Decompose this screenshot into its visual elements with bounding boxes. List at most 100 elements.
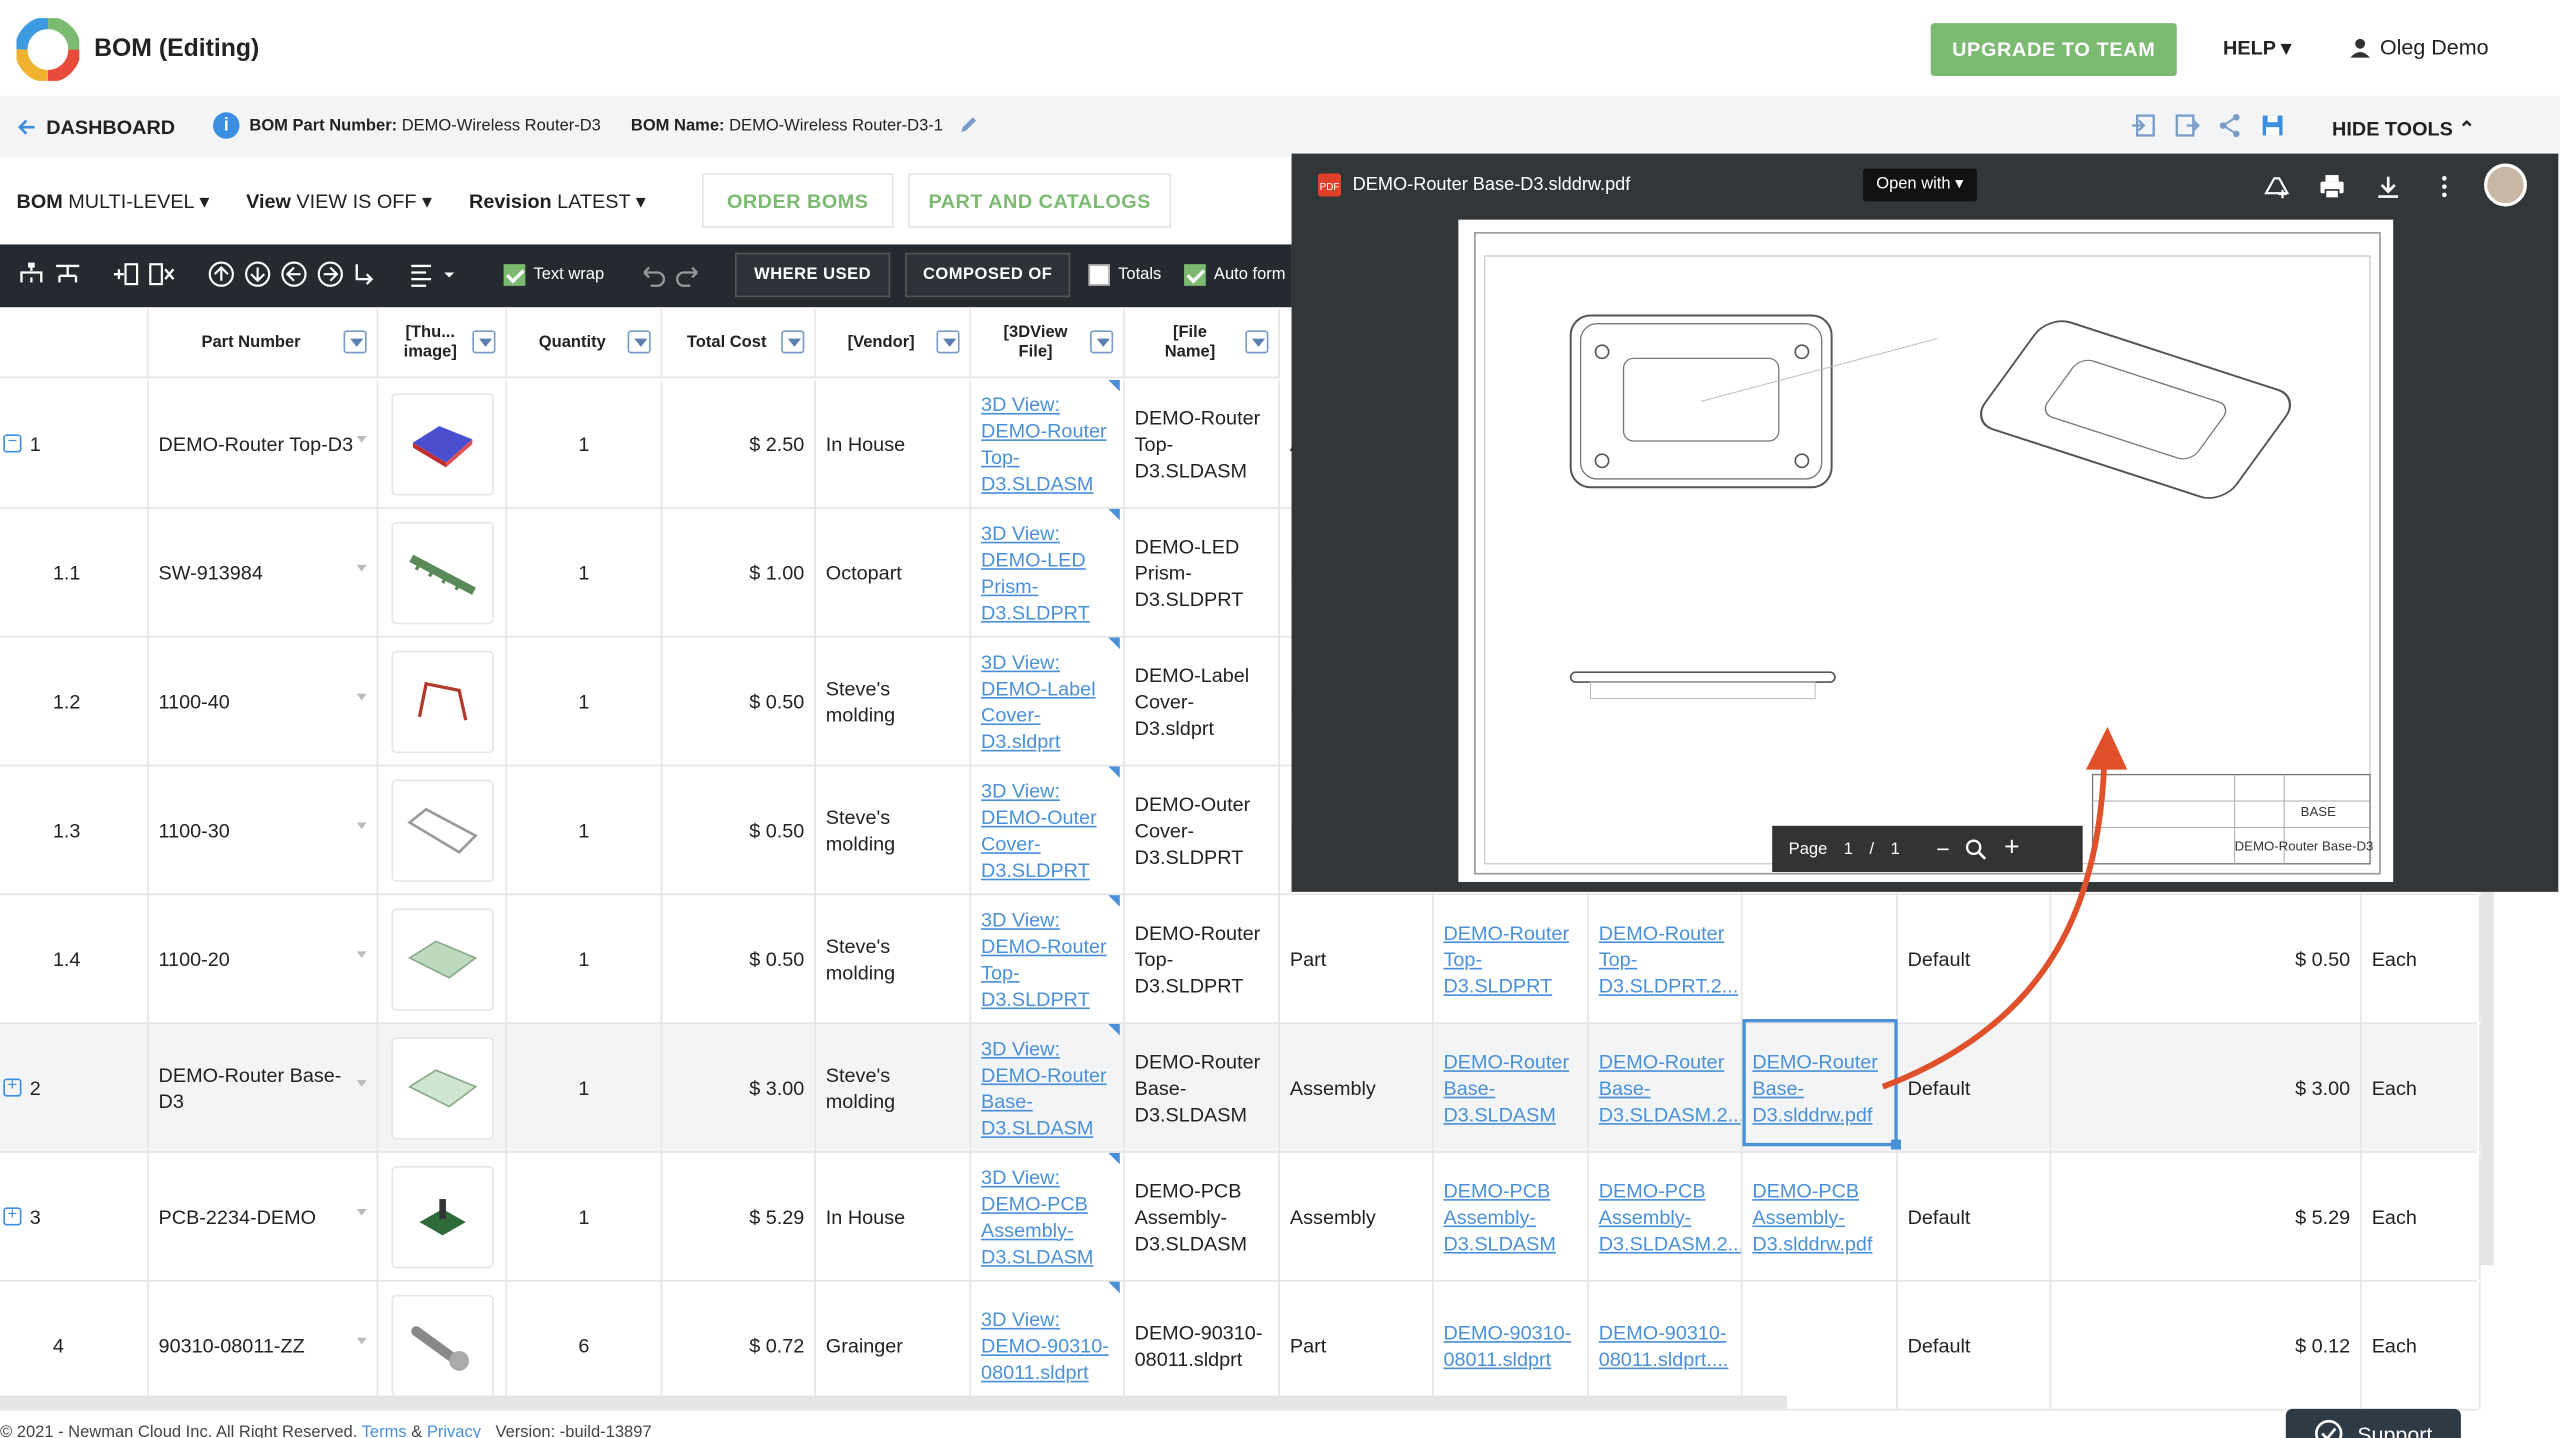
info-icon[interactable]: i: [213, 112, 240, 139]
col-header-part-number[interactable]: Part Number: [148, 308, 379, 379]
cell-file[interactable]: DEMO-LED Prism-D3.SLDPRT: [1125, 508, 1280, 636]
collapse-icon[interactable]: −: [3, 434, 22, 453]
table-row[interactable]: 4 90310-08011-ZZ 6 $ 0.72 Grainger 3D View: D…: [0, 1281, 2481, 1411]
cell-pn[interactable]: SW-913984: [149, 508, 379, 636]
part-thumbnail-image[interactable]: [390, 392, 494, 495]
cell-type[interactable]: Part: [1280, 895, 1434, 1023]
dashboard-link[interactable]: DASHBOARD: [17, 116, 175, 139]
cell-cost[interactable]: $ 5.29: [662, 1152, 816, 1280]
remove-column-icon[interactable]: [147, 259, 177, 289]
part-dropdown-icon[interactable]: [356, 951, 367, 958]
cell-qty[interactable]: 1: [507, 637, 663, 765]
cell-config[interactable]: Default: [1898, 1281, 2052, 1409]
col-header-quantity[interactable]: Quantity: [507, 308, 663, 379]
add-to-drive-icon[interactable]: [2263, 173, 2290, 199]
part-dropdown-icon[interactable]: [356, 436, 367, 443]
privacy-link[interactable]: Privacy: [427, 1424, 481, 1438]
part-dropdown-icon[interactable]: [356, 1337, 367, 1345]
part-thumbnail-image[interactable]: [390, 521, 494, 624]
cell-view3d[interactable]: 3D View: DEMO-Outer Cover-D3.SLDPRT: [971, 766, 1125, 894]
file-link[interactable]: DEMO-90310-08011.sldprt....: [1599, 1319, 1731, 1372]
cell-file[interactable]: DEMO-Router Base-D3.SLDASM: [1125, 1023, 1280, 1152]
file-link[interactable]: 3D View: DEMO-Label Cover-D3.sldprt: [981, 648, 1113, 754]
cell-unit[interactable]: Each: [2362, 1152, 2481, 1280]
save-icon[interactable]: [2259, 112, 2285, 138]
share-icon[interactable]: [2216, 112, 2242, 138]
move-left-icon[interactable]: [279, 259, 309, 289]
cell-config[interactable]: Default: [1898, 1152, 2052, 1280]
align-icon[interactable]: [408, 259, 458, 289]
filter-icon[interactable]: [1090, 330, 1114, 354]
filter-icon[interactable]: [343, 330, 367, 354]
horizontal-scrollbar[interactable]: [0, 1395, 1788, 1409]
cell-idx[interactable]: 1.1: [0, 508, 149, 636]
hide-tools-button[interactable]: HIDE TOOLS ⌃: [2332, 117, 2475, 140]
cell-vendor[interactable]: Steve's molding: [816, 637, 972, 765]
cell-cost[interactable]: $ 0.50: [662, 766, 816, 894]
cell-unit[interactable]: Each: [2362, 895, 2481, 1023]
cell-vendor[interactable]: Octopart: [816, 508, 972, 636]
cell-thumb[interactable]: [378, 1152, 508, 1280]
cell-cost[interactable]: $ 3.00: [662, 1023, 816, 1152]
cell-qty[interactable]: 1: [507, 508, 663, 636]
cell-view3d[interactable]: 3D View: DEMO-Router Top-D3.SLDPRT: [971, 895, 1125, 1023]
move-right-icon[interactable]: [315, 259, 345, 289]
revision-select[interactable]: Revision LATEST ▾: [469, 190, 646, 213]
open-with-button[interactable]: Open with ▾: [1863, 168, 1977, 202]
cell-view3d[interactable]: 3D View: DEMO-LED Prism-D3.SLDPRT: [971, 508, 1125, 636]
cell-f2[interactable]: DEMO-PCB Assembly-D3.SLDASM.2...: [1589, 1152, 1743, 1280]
cell-view3d[interactable]: 3D View: DEMO-90310-08011.sldprt: [971, 1281, 1125, 1409]
file-link[interactable]: DEMO-PCB Assembly-D3.SLDASM.2...: [1599, 1177, 1741, 1256]
col-header-vendor[interactable]: [Vendor]: [815, 308, 972, 379]
import-icon[interactable]: [2131, 112, 2157, 138]
cell-file[interactable]: DEMO-Label Cover-D3.sldprt: [1125, 637, 1280, 765]
filter-icon[interactable]: [781, 330, 805, 354]
vertical-scrollbar[interactable]: [2480, 891, 2494, 1266]
cell-pn[interactable]: DEMO-Router Top-D3: [149, 379, 379, 508]
view-select[interactable]: View VIEW IS OFF ▾: [246, 190, 432, 213]
col-header-3dview[interactable]: [3DView File]: [971, 308, 1125, 379]
file-link[interactable]: 3D View: DEMO-Router Top-D3.SLDPRT: [981, 906, 1113, 1012]
cell-pn[interactable]: 1100-40: [149, 637, 379, 765]
cell-cost[interactable]: $ 2.50: [662, 379, 816, 508]
cell-f1[interactable]: DEMO-90310-08011.sldprt: [1434, 1281, 1589, 1409]
move-down-icon[interactable]: [243, 259, 273, 289]
cell-thumb[interactable]: [378, 1281, 508, 1409]
file-link[interactable]: DEMO-Router Top-D3.SLDPRT: [1443, 919, 1577, 998]
cell-view3d[interactable]: 3D View: DEMO-Router Top-D3.SLDASM: [971, 379, 1125, 508]
cell-file[interactable]: DEMO-PCB Assembly-D3.SLDASM: [1125, 1152, 1280, 1280]
cell-vendor[interactable]: In House: [816, 1152, 972, 1280]
col-header-total-cost[interactable]: Total Cost: [662, 308, 816, 379]
cell-idx[interactable]: 1.4: [0, 895, 149, 1023]
part-dropdown-icon[interactable]: [356, 1208, 367, 1216]
export-icon[interactable]: [2174, 112, 2200, 138]
cell-f1[interactable]: DEMO-Router Top-D3.SLDPRT: [1434, 895, 1589, 1023]
indent-icon[interactable]: [350, 259, 380, 289]
expand-icon[interactable]: +: [3, 1078, 22, 1097]
cell-file[interactable]: DEMO-Router Top-D3.SLDPRT: [1125, 895, 1280, 1023]
page-current-input[interactable]: 1: [1844, 840, 1853, 858]
where-used-button[interactable]: WHERE USED: [734, 252, 891, 298]
col-header-file-name[interactable]: [File Name]: [1124, 308, 1280, 379]
print-icon[interactable]: [2319, 173, 2345, 200]
cell-idx[interactable]: −1: [0, 379, 149, 508]
cell-idx[interactable]: 4: [0, 1281, 149, 1409]
avatar[interactable]: [2484, 163, 2527, 207]
terms-link[interactable]: Terms: [362, 1424, 407, 1438]
download-icon[interactable]: [2375, 173, 2401, 199]
cell-f2[interactable]: DEMO-Router Top-D3.SLDPRT.2...: [1589, 895, 1743, 1023]
col-header-thumbnail[interactable]: [Thu... image]: [378, 308, 508, 379]
help-menu[interactable]: HELP ▾: [2223, 36, 2291, 59]
totals-checkbox[interactable]: Totals: [1088, 264, 1161, 286]
file-link[interactable]: DEMO-Router Top-D3.SLDPRT.2...: [1599, 919, 1739, 998]
part-dropdown-icon[interactable]: [356, 693, 367, 701]
cell-qty[interactable]: 6: [507, 1281, 663, 1409]
filter-icon[interactable]: [936, 330, 960, 354]
filter-icon[interactable]: [627, 330, 651, 354]
cell-cost[interactable]: $ 0.50: [662, 895, 816, 1023]
part-thumbnail-image[interactable]: [390, 1036, 494, 1139]
file-link[interactable]: 3D View: DEMO-90310-08011.sldprt: [981, 1306, 1113, 1385]
cell-pn[interactable]: DEMO-Router Base-D3: [149, 1023, 379, 1152]
part-thumbnail-image[interactable]: [390, 649, 494, 753]
cell-thumb[interactable]: [378, 379, 508, 508]
